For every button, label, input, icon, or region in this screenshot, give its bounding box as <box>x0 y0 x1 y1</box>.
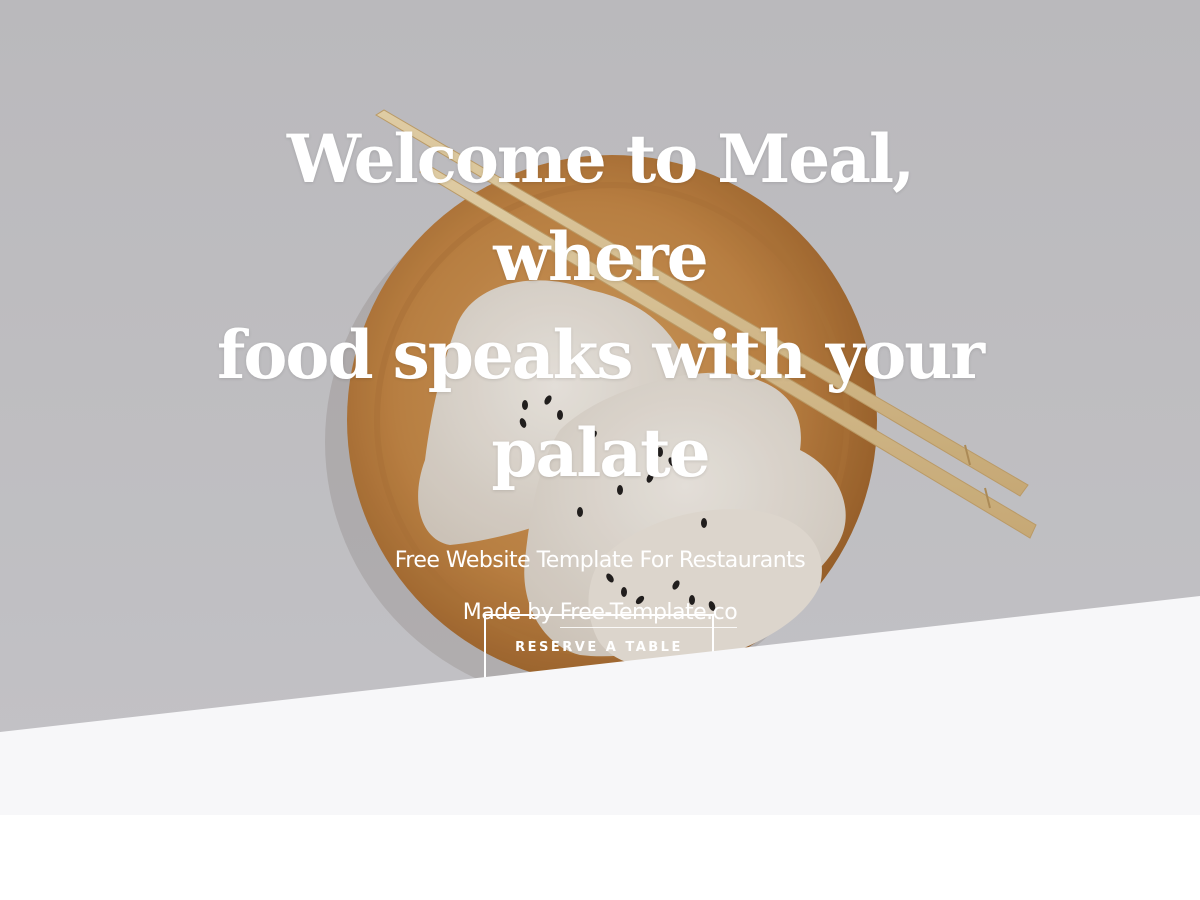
hero-section: Welcome to Meal, where food speaks with … <box>0 0 1200 815</box>
diagonal-section-divider <box>0 596 1200 815</box>
